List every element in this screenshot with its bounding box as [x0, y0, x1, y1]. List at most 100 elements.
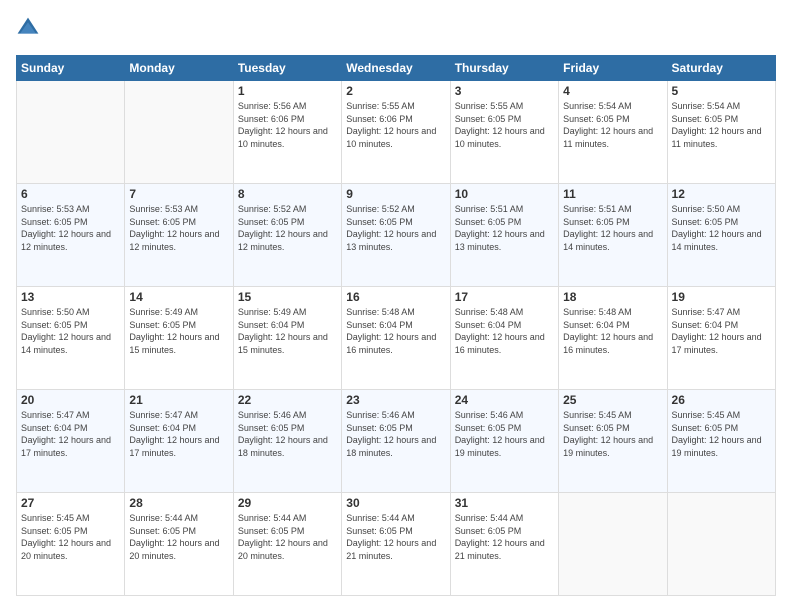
sunrise-text: Sunrise: 5:53 AM	[129, 203, 228, 216]
col-monday: Monday	[125, 56, 233, 81]
daylight-text: Daylight: 12 hours and 17 minutes.	[129, 434, 228, 459]
sunrise-text: Sunrise: 5:46 AM	[455, 409, 554, 422]
col-thursday: Thursday	[450, 56, 558, 81]
table-row: 15Sunrise: 5:49 AMSunset: 6:04 PMDayligh…	[233, 287, 341, 390]
sunrise-text: Sunrise: 5:46 AM	[346, 409, 445, 422]
sunrise-text: Sunrise: 5:44 AM	[129, 512, 228, 525]
table-row: 5 Sunrise: 5:54 AMSunset: 6:05 PMDaylight…	[667, 81, 775, 184]
day-info: Sunrise: 5:54 AMSunset: 6:05 PMDaylight:…	[563, 100, 662, 150]
sunrise-text: Sunrise: 5:51 AM	[563, 203, 662, 216]
calendar-week-row: 20Sunrise: 5:47 AMSunset: 6:04 PMDayligh…	[17, 390, 776, 493]
daylight-text: Daylight: 12 hours and 16 minutes.	[563, 331, 662, 356]
calendar-week-row: 1Sunrise: 5:56 AMSunset: 6:06 PMDaylight…	[17, 81, 776, 184]
daylight-text: Daylight: 12 hours and 19 minutes.	[563, 434, 662, 459]
sunset-text: Sunset: 6:04 PM	[238, 319, 337, 332]
day-info: Sunrise: 5:49 AMSunset: 6:05 PMDaylight:…	[129, 306, 228, 356]
sunset-text: Sunset: 6:06 PM	[238, 113, 337, 126]
day-info: Sunrise: 5:52 AMSunset: 6:05 PMDaylight:…	[238, 203, 337, 253]
calendar-week-row: 6Sunrise: 5:53 AMSunset: 6:05 PMDaylight…	[17, 184, 776, 287]
table-row: 25Sunrise: 5:45 AMSunset: 6:05 PMDayligh…	[559, 390, 667, 493]
day-number: 10	[455, 187, 554, 201]
table-row: 28Sunrise: 5:44 AMSunset: 6:05 PMDayligh…	[125, 493, 233, 596]
day-number: 27	[21, 496, 120, 510]
day-number: 4	[563, 84, 662, 98]
sunrise-text: Sunrise: 5:54 AM	[672, 100, 771, 113]
daylight-text: Daylight: 12 hours and 11 minutes.	[672, 125, 771, 150]
sunset-text: Sunset: 6:05 PM	[346, 525, 445, 538]
table-row: 22Sunrise: 5:46 AMSunset: 6:05 PMDayligh…	[233, 390, 341, 493]
day-info: Sunrise: 5:53 AMSunset: 6:05 PMDaylight:…	[21, 203, 120, 253]
daylight-text: Daylight: 12 hours and 18 minutes.	[238, 434, 337, 459]
daylight-text: Daylight: 12 hours and 10 minutes.	[455, 125, 554, 150]
day-number: 1	[238, 84, 337, 98]
sunset-text: Sunset: 6:04 PM	[672, 319, 771, 332]
sunrise-text: Sunrise: 5:49 AM	[238, 306, 337, 319]
sunset-text: Sunset: 6:05 PM	[346, 422, 445, 435]
day-info: Sunrise: 5:50 AMSunset: 6:05 PMDaylight:…	[21, 306, 120, 356]
daylight-text: Daylight: 12 hours and 10 minutes.	[238, 125, 337, 150]
daylight-text: Daylight: 12 hours and 21 minutes.	[455, 537, 554, 562]
table-row: 30Sunrise: 5:44 AMSunset: 6:05 PMDayligh…	[342, 493, 450, 596]
daylight-text: Daylight: 12 hours and 14 minutes.	[21, 331, 120, 356]
sunset-text: Sunset: 6:05 PM	[563, 422, 662, 435]
sunset-text: Sunset: 6:06 PM	[346, 113, 445, 126]
col-tuesday: Tuesday	[233, 56, 341, 81]
table-row: 17Sunrise: 5:48 AMSunset: 6:04 PMDayligh…	[450, 287, 558, 390]
daylight-text: Daylight: 12 hours and 21 minutes.	[346, 537, 445, 562]
sunrise-text: Sunrise: 5:50 AM	[672, 203, 771, 216]
daylight-text: Daylight: 12 hours and 12 minutes.	[238, 228, 337, 253]
day-number: 7	[129, 187, 228, 201]
sunrise-text: Sunrise: 5:47 AM	[129, 409, 228, 422]
table-row: 23 Sunrise: 5:46 AMSunset: 6:05 PMDayligh…	[342, 390, 450, 493]
sunrise-text: Sunrise: 5:48 AM	[455, 306, 554, 319]
table-row	[559, 493, 667, 596]
day-number: 15	[238, 290, 337, 304]
daylight-text: Daylight: 12 hours and 13 minutes.	[455, 228, 554, 253]
sunrise-text: Sunrise: 5:55 AM	[455, 100, 554, 113]
day-info: Sunrise: 5:44 AMSunset: 6:05 PMDaylight:…	[455, 512, 554, 562]
day-number: 31	[455, 496, 554, 510]
day-number: 5	[672, 84, 771, 98]
day-number: 23	[346, 393, 445, 407]
day-number: 3	[455, 84, 554, 98]
table-row	[125, 81, 233, 184]
sunset-text: Sunset: 6:05 PM	[455, 422, 554, 435]
daylight-text: Daylight: 12 hours and 12 minutes.	[129, 228, 228, 253]
day-number: 8	[238, 187, 337, 201]
day-info: Sunrise: 5:54 AMSunset: 6:05 PMDaylight:…	[672, 100, 771, 150]
day-number: 29	[238, 496, 337, 510]
sunrise-text: Sunrise: 5:55 AM	[346, 100, 445, 113]
day-info: Sunrise: 5:47 AMSunset: 6:04 PMDaylight:…	[129, 409, 228, 459]
sunset-text: Sunset: 6:05 PM	[563, 216, 662, 229]
day-info: Sunrise: 5:53 AMSunset: 6:05 PMDaylight:…	[129, 203, 228, 253]
table-row: 21Sunrise: 5:47 AMSunset: 6:04 PMDayligh…	[125, 390, 233, 493]
table-row: 13Sunrise: 5:50 AMSunset: 6:05 PMDayligh…	[17, 287, 125, 390]
table-row: 9Sunrise: 5:52 AMSunset: 6:05 PMDaylight…	[342, 184, 450, 287]
sunset-text: Sunset: 6:05 PM	[346, 216, 445, 229]
sunrise-text: Sunrise: 5:46 AM	[238, 409, 337, 422]
daylight-text: Daylight: 12 hours and 13 minutes.	[346, 228, 445, 253]
col-saturday: Saturday	[667, 56, 775, 81]
daylight-text: Daylight: 12 hours and 12 minutes.	[21, 228, 120, 253]
table-row: 8 Sunrise: 5:52 AMSunset: 6:05 PMDaylight…	[233, 184, 341, 287]
table-row: 12Sunrise: 5:50 AMSunset: 6:05 PMDayligh…	[667, 184, 775, 287]
day-number: 14	[129, 290, 228, 304]
table-row	[667, 493, 775, 596]
table-row: 10Sunrise: 5:51 AMSunset: 6:05 PMDayligh…	[450, 184, 558, 287]
calendar-table: Sunday Monday Tuesday Wednesday Thursday…	[16, 55, 776, 596]
table-row	[17, 81, 125, 184]
sunrise-text: Sunrise: 5:44 AM	[346, 512, 445, 525]
sunset-text: Sunset: 6:05 PM	[129, 319, 228, 332]
day-info: Sunrise: 5:55 AMSunset: 6:05 PMDaylight:…	[455, 100, 554, 150]
day-number: 17	[455, 290, 554, 304]
table-row: 16Sunrise: 5:48 AMSunset: 6:04 PMDayligh…	[342, 287, 450, 390]
daylight-text: Daylight: 12 hours and 10 minutes.	[346, 125, 445, 150]
col-wednesday: Wednesday	[342, 56, 450, 81]
sunset-text: Sunset: 6:05 PM	[563, 113, 662, 126]
sunset-text: Sunset: 6:05 PM	[672, 216, 771, 229]
sunrise-text: Sunrise: 5:51 AM	[455, 203, 554, 216]
sunrise-text: Sunrise: 5:45 AM	[563, 409, 662, 422]
header	[16, 16, 776, 45]
daylight-text: Daylight: 12 hours and 14 minutes.	[563, 228, 662, 253]
daylight-text: Daylight: 12 hours and 18 minutes.	[346, 434, 445, 459]
